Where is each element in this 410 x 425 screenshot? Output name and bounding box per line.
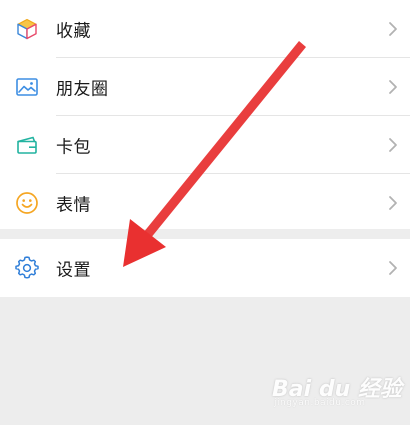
- menu-item-label: 卡包: [56, 137, 91, 158]
- moments-image-icon: [16, 78, 38, 96]
- card-wallet-icon: [17, 136, 37, 154]
- chevron-right-icon: [389, 22, 397, 36]
- menu-item-moments[interactable]: 朋友圈: [0, 58, 410, 116]
- watermark-url: jingyan.baidu.com: [274, 398, 366, 408]
- chevron-right-icon: [389, 261, 397, 275]
- menu-item-label: 表情: [56, 195, 91, 216]
- menu-item-favorites[interactable]: 收藏: [0, 0, 410, 58]
- sticker-smiley-icon: [16, 192, 38, 214]
- menu-item-label: 朋友圈: [56, 79, 109, 100]
- chevron-right-icon: [389, 80, 397, 94]
- baidu-jingyan-watermark: Bai du 经验 jingyan.baidu.com: [272, 371, 402, 411]
- chevron-right-icon: [389, 196, 397, 210]
- settings-gear-icon: [15, 256, 39, 279]
- menu-group-bottom: 设置: [0, 239, 410, 297]
- menu-item-label: 收藏: [56, 21, 91, 42]
- menu-item-label: 设置: [56, 260, 91, 281]
- chevron-right-icon: [389, 138, 397, 152]
- menu-item-stickers[interactable]: 表情: [0, 174, 410, 232]
- menu-item-card-wallet[interactable]: 卡包: [0, 116, 410, 174]
- menu-group-top: 收藏 朋友圈 卡包 表情: [0, 0, 410, 229]
- favorites-cube-icon: [17, 18, 37, 40]
- menu-item-settings[interactable]: 设置: [0, 239, 410, 297]
